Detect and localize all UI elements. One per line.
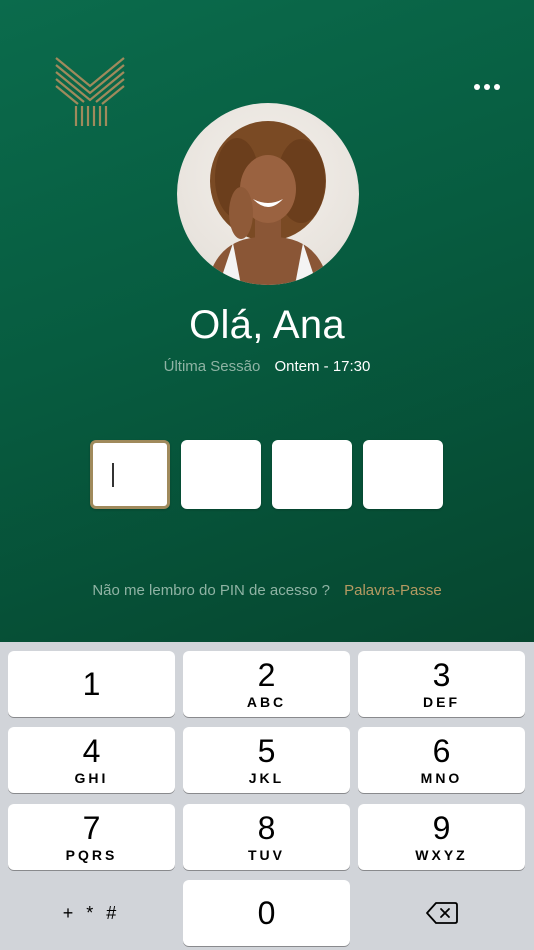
- key-6[interactable]: 6 MNO: [358, 727, 525, 793]
- last-session-label: Última Sessão: [163, 358, 261, 375]
- numeric-keypad: 1 2 ABC 3 DEF 4 GHI 5 JKL 6 MNO 7 PQRS 8…: [0, 642, 534, 950]
- forgot-pin-row: Não me lembro do PIN de acesso ? Palavra…: [0, 582, 534, 599]
- last-session-info: Última Sessão Ontem - 17:30: [0, 358, 534, 375]
- backspace-icon: [425, 902, 458, 924]
- more-dots-icon: [474, 84, 480, 90]
- key-9[interactable]: 9 WXYZ: [358, 804, 525, 870]
- pin-digit-2[interactable]: [181, 440, 261, 509]
- pin-input-row: [90, 440, 443, 509]
- symbols-key[interactable]: + * #: [8, 880, 175, 946]
- pin-digit-3[interactable]: [272, 440, 352, 509]
- key-7[interactable]: 7 PQRS: [8, 804, 175, 870]
- pin-digit-4[interactable]: [363, 440, 443, 509]
- login-screen: Olá, Ana Última Sessão Ontem - 17:30 Não…: [0, 0, 534, 642]
- key-1[interactable]: 1: [8, 651, 175, 717]
- password-link[interactable]: Palavra-Passe: [344, 582, 442, 599]
- more-options-button[interactable]: [470, 76, 504, 98]
- forgot-pin-question: Não me lembro do PIN de acesso ?: [92, 582, 330, 599]
- key-0[interactable]: 0: [183, 880, 350, 946]
- pin-digit-1[interactable]: [90, 440, 170, 509]
- key-5[interactable]: 5 JKL: [183, 727, 350, 793]
- bank-logo-icon: [54, 56, 126, 128]
- text-caret: [112, 463, 114, 487]
- key-3[interactable]: 3 DEF: [358, 651, 525, 717]
- key-2[interactable]: 2 ABC: [183, 651, 350, 717]
- greeting-title: Olá, Ana: [189, 303, 345, 347]
- last-session-value: Ontem - 17:30: [274, 358, 371, 375]
- avatar: [177, 103, 359, 285]
- key-4[interactable]: 4 GHI: [8, 727, 175, 793]
- key-8[interactable]: 8 TUV: [183, 804, 350, 870]
- delete-key[interactable]: [358, 880, 525, 946]
